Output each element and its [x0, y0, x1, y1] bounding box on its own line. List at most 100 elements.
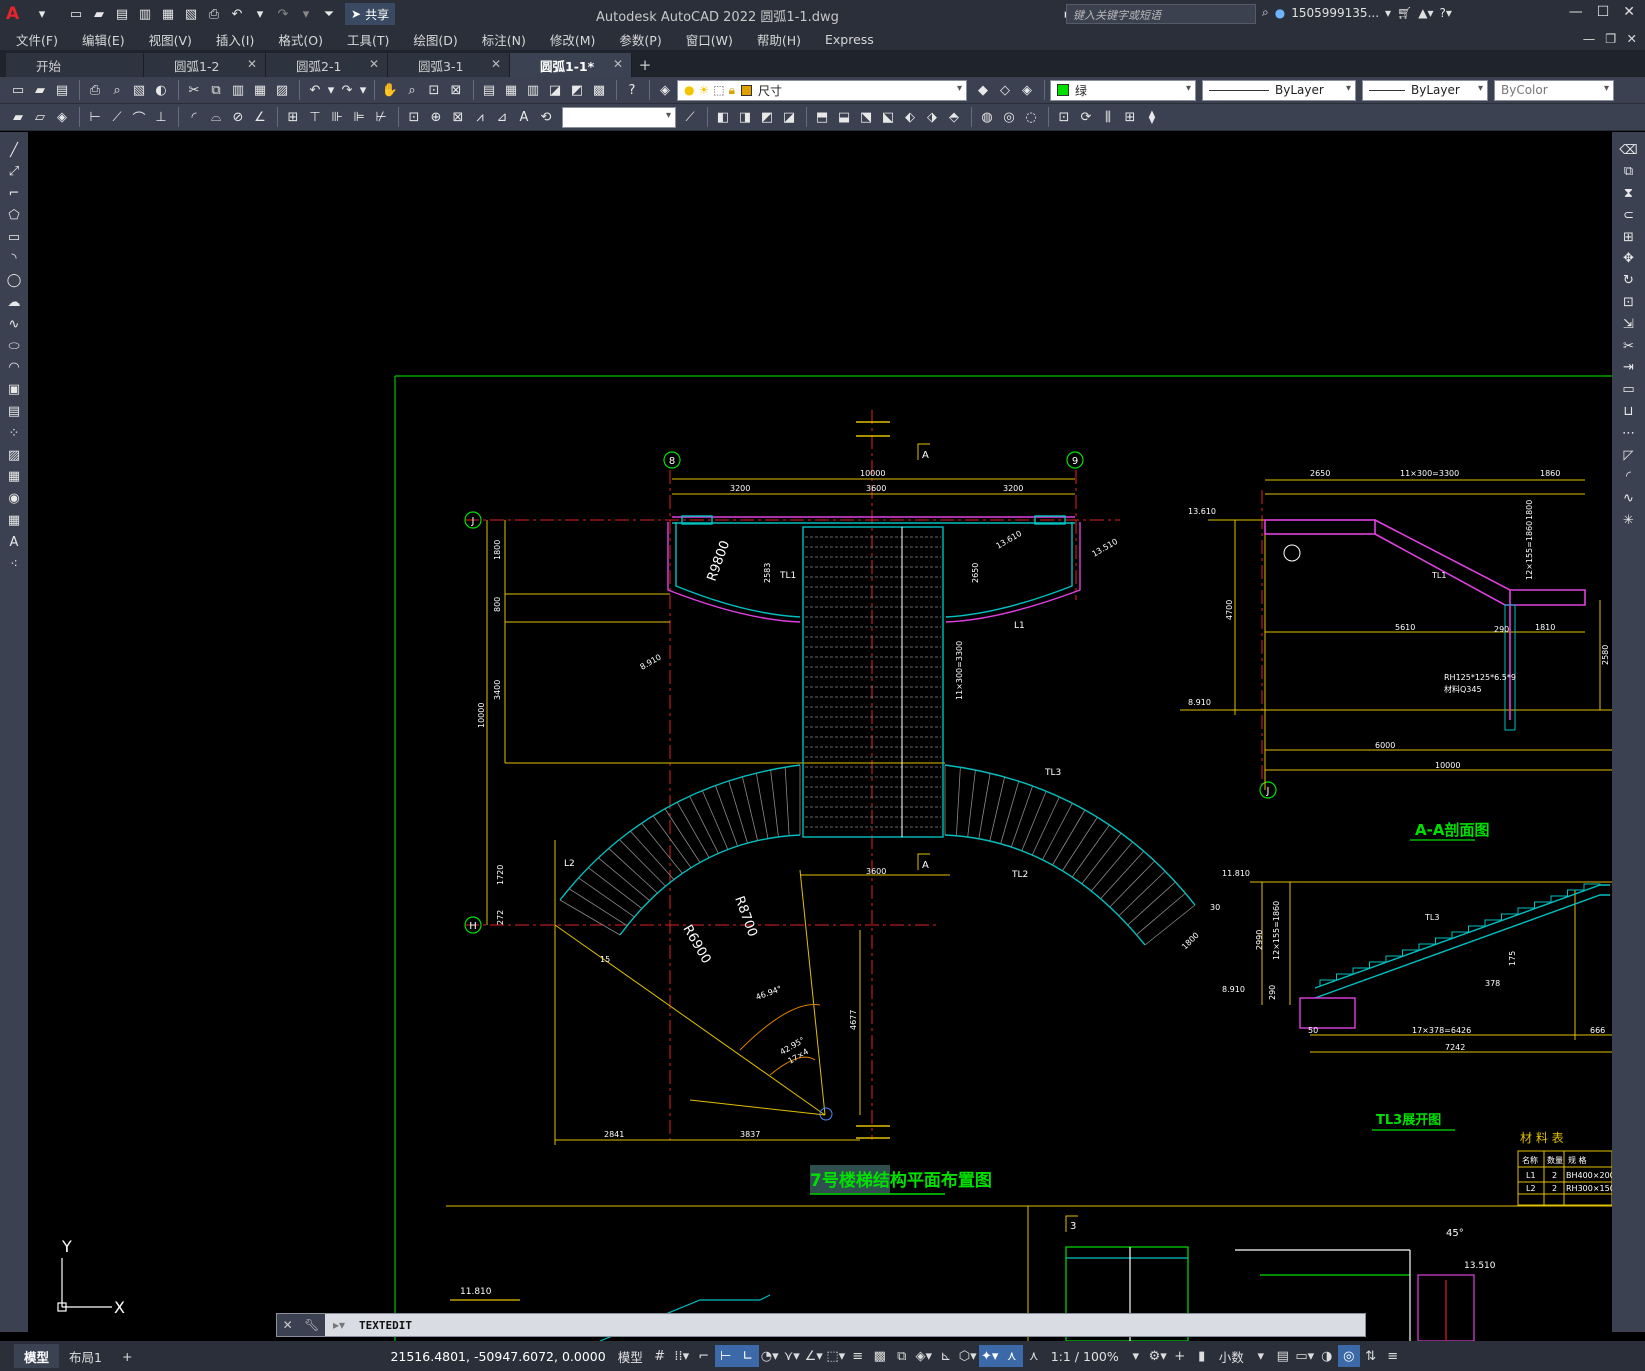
customization-icon[interactable]: ≡ — [1382, 1345, 1404, 1367]
table-icon[interactable]: ▦ — [4, 511, 24, 531]
search-input[interactable]: 键入关键字或短语 — [1066, 4, 1256, 24]
rotate-icon[interactable]: ↻ — [1619, 271, 1639, 291]
plan-title[interactable]: 7号楼梯结构平面布置图 — [810, 1170, 992, 1191]
dim-update-icon[interactable]: ⟲ — [536, 107, 556, 127]
tolerance-icon[interactable]: ⊡ — [404, 107, 424, 127]
user-icon[interactable]: ● — [1275, 6, 1285, 20]
3d-align-icon[interactable]: ⫼ — [1098, 107, 1118, 127]
arc-icon[interactable]: ◝ — [4, 249, 24, 269]
tool-palettes-icon[interactable]: ▥ — [523, 80, 543, 100]
color-dropdown[interactable]: 绿 ▾ — [1050, 79, 1196, 101]
tab-file-1-1[interactable]: 圆弧1-1* ✕ — [510, 53, 632, 77]
markup-icon[interactable]: ◩ — [567, 80, 587, 100]
lineweight-dropdown[interactable]: ByLayer ▾ — [1362, 79, 1488, 101]
hatch-icon[interactable]: ▨ — [4, 445, 24, 465]
save-as-icon[interactable]: ▥ — [135, 4, 155, 24]
arc-length-icon[interactable]: ⌒ — [129, 107, 149, 127]
layer-state-icon[interactable]: ◈ — [1017, 80, 1037, 100]
join-icon[interactable]: ⋯ — [1619, 423, 1639, 443]
menu-help[interactable]: 帮助(H) — [757, 30, 801, 49]
ortho-icon[interactable]: ∟ — [736, 1345, 759, 1367]
explode-icon[interactable]: ✳ — [1619, 511, 1639, 531]
section-icon[interactable]: ◌ — [1021, 107, 1041, 127]
solid-box-icon[interactable]: ◧ — [713, 107, 733, 127]
dim-space-icon[interactable]: ⊫ — [349, 107, 369, 127]
solid-cone-icon[interactable]: ◩ — [757, 107, 777, 127]
3d-mirror-icon[interactable]: ⧫ — [1142, 107, 1162, 127]
erase-icon[interactable]: ⌫ — [1619, 140, 1639, 160]
ordinate-dim-icon[interactable]: ⊥ — [151, 107, 171, 127]
block-editor-icon[interactable]: ▨ — [272, 80, 292, 100]
revolve-icon[interactable]: ⬓ — [834, 107, 854, 127]
new-tab-icon[interactable]: + — [632, 53, 658, 77]
object-snap-tracking-icon[interactable]: ∠▾ — [803, 1345, 825, 1367]
undo-icon[interactable]: ↶ — [227, 4, 247, 24]
new-file-icon[interactable]: ▭ — [66, 4, 86, 24]
lineweight-icon[interactable]: ≡ — [847, 1345, 869, 1367]
help-icon[interactable]: ?▾ — [1440, 6, 1452, 20]
annotation-scale-icon[interactable]: ⋏ — [1023, 1345, 1045, 1367]
chevron-down-icon[interactable]: ▾ — [1250, 1345, 1272, 1367]
sweep-icon[interactable]: ⬔ — [856, 107, 876, 127]
region-icon[interactable]: ◉ — [4, 489, 24, 509]
blend-curves-icon[interactable]: ∿ — [1619, 489, 1639, 509]
plot-preview-icon[interactable]: ⌕ — [107, 80, 127, 100]
isodraft-icon[interactable]: ⋎▾ — [781, 1345, 803, 1367]
units-value[interactable]: 小数 — [1219, 1347, 1244, 1366]
layout-tab-model[interactable]: 模型 — [14, 1344, 60, 1368]
construction-line-icon[interactable]: ⤢ — [4, 162, 24, 182]
dim-text-edit-icon[interactable]: A — [514, 107, 534, 127]
ellipse-arc-icon[interactable]: ◠ — [4, 358, 24, 378]
ucs-dynamic-icon[interactable]: ⊾ — [935, 1345, 957, 1367]
save-icon[interactable]: ▤ — [52, 80, 72, 100]
pan-icon[interactable]: ✋ — [380, 80, 400, 100]
wrench-icon[interactable]: 🔧︎ — [304, 1318, 319, 1332]
open-web-icon[interactable]: ▦ — [158, 4, 178, 24]
move-icon[interactable]: ✥ — [1619, 249, 1639, 269]
rectangle-icon[interactable]: ▭ — [4, 227, 24, 247]
aligned-dim-icon[interactable]: ⟋ — [107, 107, 127, 127]
share-button[interactable]: ➤ 共享 — [345, 3, 396, 25]
gradient-icon[interactable]: ▦ — [4, 467, 24, 487]
workspace-gear-icon[interactable]: ⚙▾ — [1147, 1345, 1169, 1367]
radius-dim-icon[interactable]: ◜ — [184, 107, 204, 127]
jogged-dim-icon[interactable]: ⌓ — [206, 107, 226, 127]
menu-format[interactable]: 格式(O) — [278, 30, 323, 49]
cut-icon[interactable]: ✂ — [184, 80, 204, 100]
open-file-icon[interactable]: ▰ — [89, 4, 109, 24]
spline-icon[interactable]: ∿ — [4, 314, 24, 334]
3d-move-icon[interactable]: ⊡ — [1054, 107, 1074, 127]
infer-constraints-icon[interactable]: ⌐ — [693, 1345, 715, 1367]
undo-dropdown-icon[interactable]: ▾ — [250, 4, 270, 24]
copy-object-icon[interactable]: ⧉ — [1619, 162, 1639, 182]
add-layout-icon[interactable]: + — [112, 1344, 142, 1368]
3d-array-icon[interactable]: ⊞ — [1120, 107, 1140, 127]
search-icon[interactable]: ⌕ — [1262, 5, 1269, 20]
revision-cloud-icon[interactable]: ☁︎ — [4, 293, 24, 313]
extend-icon[interactable]: ⇥ — [1619, 358, 1639, 378]
undo-dropdown-icon[interactable]: ▾ — [327, 80, 335, 100]
annotation-autoscale-icon[interactable]: ⋏ — [1000, 1345, 1023, 1367]
multiline-text-icon[interactable]: A — [4, 532, 24, 552]
break-icon[interactable]: ⊔ — [1619, 402, 1639, 422]
make-current-layer-icon[interactable]: ◆ — [973, 80, 993, 100]
menu-draw[interactable]: 绘图(D) — [413, 30, 457, 49]
baseline-dim-icon[interactable]: ⊤ — [305, 107, 325, 127]
stretch-icon[interactable]: ⇲ — [1619, 314, 1639, 334]
jogged-linear-icon[interactable]: ⩘ — [470, 107, 490, 127]
3d-print-icon[interactable]: ◐ — [151, 80, 171, 100]
zoom-realtime-icon[interactable]: ⌕ — [402, 80, 422, 100]
break-at-point-icon[interactable]: ▭ — [1619, 380, 1639, 400]
plotstyle-dropdown[interactable]: ByColor ▾ — [1494, 79, 1614, 101]
line-icon[interactable]: ╱ — [4, 140, 24, 160]
command-prompt-icon[interactable]: ▸▾ — [333, 1318, 345, 1332]
array-icon[interactable]: ⊞ — [1619, 227, 1639, 247]
extrude-icon[interactable]: ⬒ — [812, 107, 832, 127]
layout-tab-layout1[interactable]: 布局1 — [59, 1344, 112, 1368]
solid-cylinder-icon[interactable]: ◪ — [779, 107, 799, 127]
close-icon[interactable]: ✕ — [283, 1318, 293, 1332]
publish-icon[interactable]: ▧ — [129, 80, 149, 100]
dim-break-icon[interactable]: ⊬ — [371, 107, 391, 127]
subtract-icon[interactable]: ⬘ — [944, 107, 964, 127]
diameter-dim-icon[interactable]: ⊘ — [228, 107, 248, 127]
